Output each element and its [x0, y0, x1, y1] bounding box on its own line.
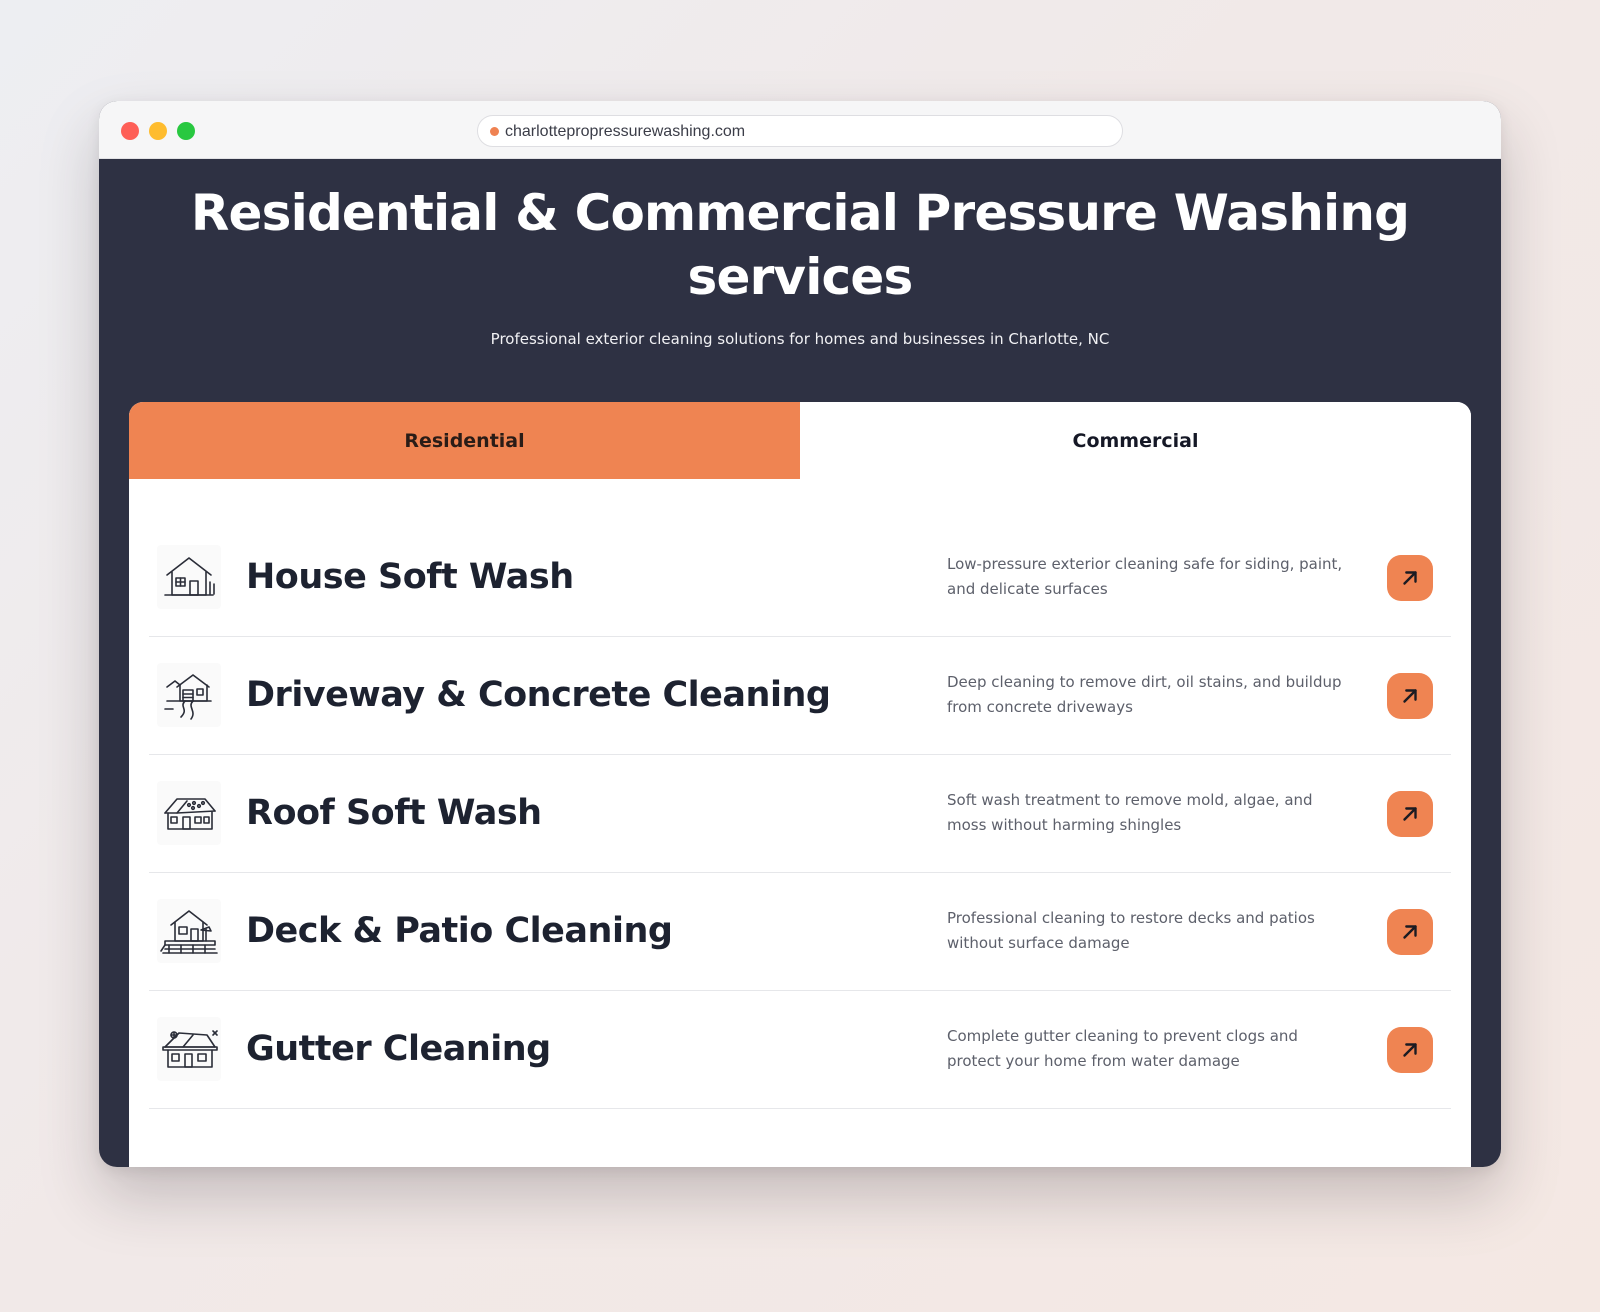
arrow-up-right-icon: [1403, 807, 1417, 821]
tab-commercial[interactable]: Commercial: [800, 402, 1471, 479]
page-title: Residential & Commercial Pressure Washin…: [190, 184, 1410, 306]
service-description: Low-pressure exterior cleaning safe for …: [947, 555, 1343, 598]
service-link-button[interactable]: [1387, 673, 1433, 719]
arrow-up-right-icon: [1403, 925, 1417, 939]
roof-icon: [157, 781, 221, 845]
gutter-icon: [157, 1017, 221, 1081]
close-window-button[interactable]: [121, 122, 139, 140]
service-row-house-soft-wash[interactable]: House Soft Wash Low-pressure exterior cl…: [149, 519, 1451, 637]
service-row-gutter-cleaning[interactable]: Gutter Cleaning Complete gutter cleaning…: [149, 991, 1451, 1109]
browser-window: charlottepropressurewashing.com Resident…: [99, 101, 1501, 1167]
arrow-up-right-icon: [1403, 1043, 1417, 1057]
service-title: Gutter Cleaning: [246, 1029, 551, 1069]
service-row-deck-patio-cleaning[interactable]: Deck & Patio Cleaning Professional clean…: [149, 873, 1451, 991]
service-title: Driveway & Concrete Cleaning: [246, 675, 831, 715]
address-bar[interactable]: charlottepropressurewashing.com: [477, 115, 1123, 147]
service-row-driveway-concrete-cleaning[interactable]: Driveway & Concrete Cleaning Deep cleani…: [149, 637, 1451, 755]
arrow-up-right-icon: [1403, 689, 1417, 703]
service-description: Complete gutter cleaning to prevent clog…: [947, 1027, 1298, 1070]
site-status-icon: [490, 127, 499, 136]
services-card: Residential Commercial House Soft Wash L…: [129, 402, 1471, 1167]
driveway-icon: [157, 663, 221, 727]
arrow-up-right-icon: [1403, 571, 1417, 585]
service-title: Roof Soft Wash: [246, 793, 542, 833]
service-row-roof-soft-wash[interactable]: Roof Soft Wash Soft wash treatment to re…: [149, 755, 1451, 873]
service-title: House Soft Wash: [246, 557, 574, 597]
service-title: Deck & Patio Cleaning: [246, 911, 673, 951]
service-link-button[interactable]: [1387, 555, 1433, 601]
services-list: House Soft Wash Low-pressure exterior cl…: [149, 519, 1451, 1109]
deck-icon: [157, 899, 221, 963]
service-description: Deep cleaning to remove dirt, oil stains…: [947, 673, 1342, 716]
address-bar-url: charlottepropressurewashing.com: [505, 123, 746, 140]
house-icon: [157, 545, 221, 609]
service-link-button[interactable]: [1387, 791, 1433, 837]
browser-titlebar: charlottepropressurewashing.com: [99, 101, 1501, 159]
service-description: Soft wash treatment to remove mold, alga…: [947, 791, 1313, 834]
minimize-window-button[interactable]: [149, 122, 167, 140]
page-subtitle: Professional exterior cleaning solutions…: [490, 330, 1110, 348]
service-link-button[interactable]: [1387, 1027, 1433, 1073]
service-description: Professional cleaning to restore decks a…: [947, 909, 1315, 952]
service-link-button[interactable]: [1387, 909, 1433, 955]
tab-residential[interactable]: Residential: [129, 402, 800, 479]
maximize-window-button[interactable]: [177, 122, 195, 140]
